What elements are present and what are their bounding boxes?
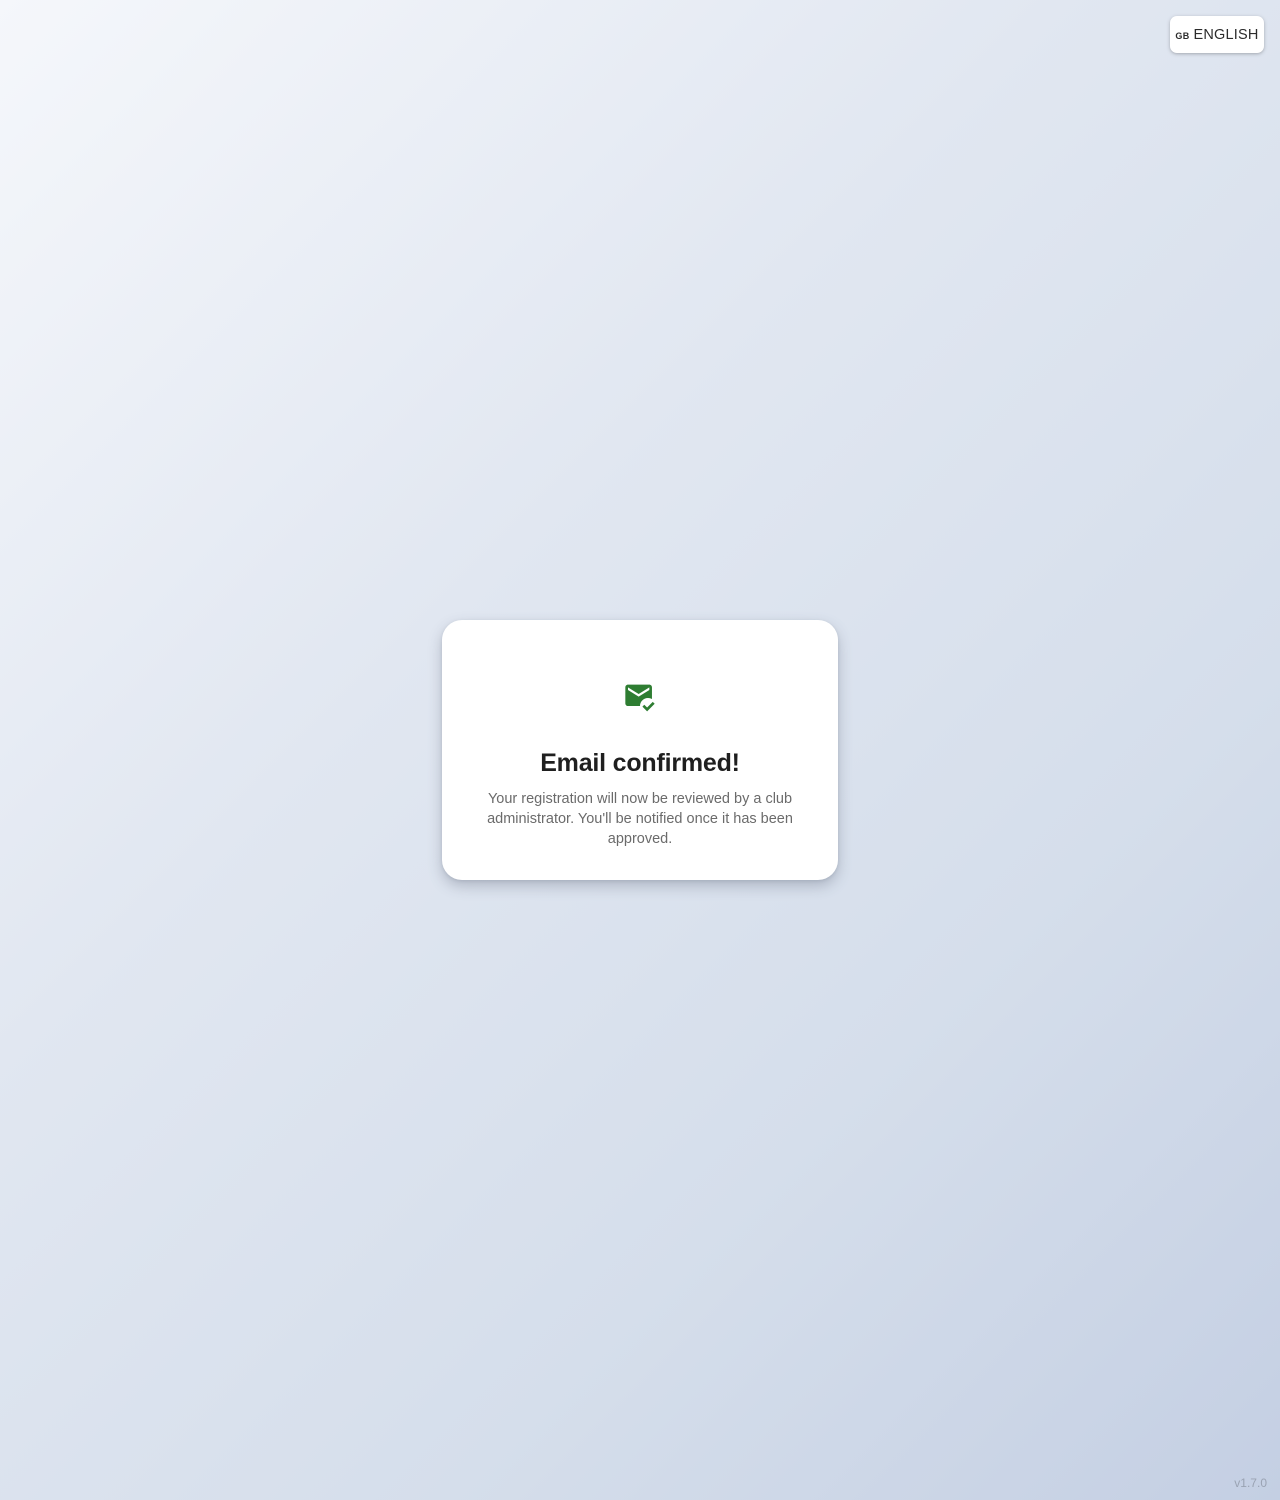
language-selector-button[interactable]: GB ENGLISH bbox=[1170, 16, 1264, 53]
language-label: ENGLISH bbox=[1193, 26, 1259, 43]
confirmation-title: Email confirmed! bbox=[540, 749, 740, 777]
confirmation-message: Your registration will now be reviewed b… bbox=[487, 791, 793, 847]
mark-email-read-icon bbox=[625, 684, 655, 712]
app-version: v1.7.0 bbox=[1234, 1476, 1267, 1490]
gb-flag-icon: GB bbox=[1175, 30, 1190, 41]
confirmation-card: Email confirmed! Your registration will … bbox=[442, 620, 838, 880]
